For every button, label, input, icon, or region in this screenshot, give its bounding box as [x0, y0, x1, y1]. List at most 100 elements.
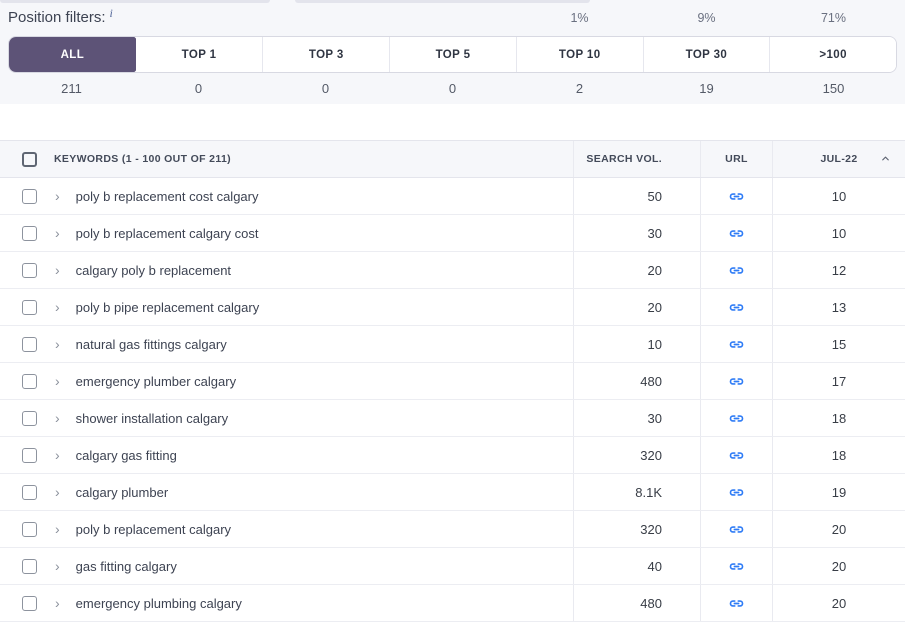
url-link-button[interactable] — [708, 589, 766, 618]
search-volume-value[interactable]: 40 — [648, 559, 662, 574]
chevron-right-icon[interactable]: › — [55, 300, 60, 314]
table-row: › shower installation calgary 30 18 — [0, 400, 905, 437]
table-body: › poly b replacement cost calgary 50 10 … — [0, 178, 905, 622]
keyword-link[interactable]: emergency plumber calgary — [76, 374, 236, 389]
url-link-button[interactable] — [708, 182, 766, 211]
percent-label-over100: 71% — [820, 11, 847, 25]
row-checkbox[interactable] — [22, 558, 37, 574]
table-row: › poly b replacement cost calgary 50 10 — [0, 178, 905, 215]
search-volume-value[interactable]: 480 — [640, 374, 662, 389]
keyword-link[interactable]: poly b replacement cost calgary — [76, 189, 259, 204]
url-column-header[interactable]: URL — [700, 141, 772, 177]
search-volume-value[interactable]: 10 — [648, 337, 662, 352]
keyword-link[interactable]: gas fitting calgary — [76, 559, 177, 574]
url-link-button[interactable] — [708, 441, 766, 470]
search-volume-value[interactable]: 50 — [648, 189, 662, 204]
keywords-column-header[interactable]: KEYWORDS (1 - 100 OUT OF 211) — [54, 153, 231, 165]
keyword-link[interactable]: shower installation calgary — [76, 411, 228, 426]
table-row: › poly b replacement calgary cost 30 10 — [0, 215, 905, 252]
position-value[interactable]: 20 — [779, 514, 900, 544]
url-link-button[interactable] — [708, 219, 766, 248]
position-filter-tabs: ALL TOP 1 TOP 3 TOP 5 TOP 10 TOP 30 >100 — [8, 36, 897, 73]
row-checkbox[interactable] — [22, 188, 37, 204]
keyword-link[interactable]: emergency plumbing calgary — [76, 596, 242, 611]
row-checkbox[interactable] — [22, 373, 37, 389]
url-link-button[interactable] — [708, 367, 766, 396]
chevron-right-icon[interactable]: › — [55, 559, 60, 573]
chevron-right-icon[interactable]: › — [55, 485, 60, 499]
row-checkbox[interactable] — [22, 410, 37, 426]
url-link-button[interactable] — [708, 515, 766, 544]
keyword-link[interactable]: poly b replacement calgary cost — [76, 226, 259, 241]
table-row: › poly b replacement calgary 320 20 — [0, 511, 905, 548]
position-value[interactable]: 20 — [779, 551, 900, 581]
tab-top10[interactable]: TOP 10 — [515, 37, 643, 72]
url-link-button[interactable] — [708, 404, 766, 433]
chevron-right-icon[interactable]: › — [55, 374, 60, 388]
position-value[interactable]: 17 — [779, 366, 900, 396]
row-checkbox[interactable] — [22, 447, 37, 463]
table-row: › calgary poly b replacement 20 12 — [0, 252, 905, 289]
search-volume-value[interactable]: 20 — [648, 300, 662, 315]
url-link-button[interactable] — [708, 330, 766, 359]
link-icon — [729, 488, 744, 496]
row-checkbox[interactable] — [22, 484, 37, 500]
info-icon[interactable]: i — [110, 6, 113, 21]
search-volume-value[interactable]: 8.1K — [635, 485, 662, 500]
chevron-right-icon[interactable]: › — [55, 189, 60, 203]
url-link-button[interactable] — [708, 552, 766, 581]
row-checkbox[interactable] — [22, 521, 37, 537]
url-link-button[interactable] — [708, 293, 766, 322]
keyword-link[interactable]: calgary poly b replacement — [76, 263, 231, 278]
search-volume-value[interactable]: 320 — [640, 522, 662, 537]
tab-top3[interactable]: TOP 3 — [262, 37, 390, 72]
search-vol-column-header[interactable]: SEARCH VOL. — [573, 141, 700, 177]
chevron-right-icon[interactable]: › — [55, 411, 60, 425]
position-value[interactable]: 10 — [779, 218, 900, 248]
row-checkbox[interactable] — [22, 262, 37, 278]
position-value[interactable]: 19 — [779, 477, 900, 507]
search-volume-value[interactable]: 20 — [648, 263, 662, 278]
tab-all[interactable]: ALL — [9, 37, 137, 72]
position-value[interactable]: 18 — [779, 440, 900, 470]
search-volume-value[interactable]: 480 — [640, 596, 662, 611]
search-volume-value[interactable]: 30 — [648, 411, 662, 426]
date-column-header[interactable]: JUL-22 — [772, 141, 905, 177]
position-value[interactable]: 18 — [779, 403, 900, 433]
tab-over100[interactable]: >100 — [769, 37, 896, 72]
row-checkbox[interactable] — [22, 225, 37, 241]
position-filters-title: Position filters: — [8, 9, 106, 26]
tab-top30[interactable]: TOP 30 — [642, 37, 770, 72]
chevron-right-icon[interactable]: › — [55, 337, 60, 351]
keyword-link[interactable]: natural gas fittings calgary — [76, 337, 227, 352]
count-top30: 19 — [699, 80, 714, 96]
position-value[interactable]: 20 — [779, 588, 900, 618]
count-top10: 2 — [575, 80, 584, 96]
tab-top1[interactable]: TOP 1 — [135, 37, 263, 72]
url-link-button[interactable] — [708, 478, 766, 507]
position-value[interactable]: 15 — [779, 329, 900, 359]
chevron-right-icon[interactable]: › — [55, 448, 60, 462]
chevron-right-icon[interactable]: › — [55, 226, 60, 240]
chevron-right-icon[interactable]: › — [55, 263, 60, 277]
tab-top5[interactable]: TOP 5 — [389, 37, 516, 72]
keyword-link[interactable]: calgary plumber — [76, 485, 169, 500]
search-volume-value[interactable]: 30 — [648, 226, 662, 241]
count-all: 211 — [61, 80, 82, 96]
position-value[interactable]: 12 — [779, 255, 900, 285]
row-checkbox[interactable] — [22, 595, 37, 611]
percent-label-top30: 9% — [697, 11, 716, 25]
chevron-right-icon[interactable]: › — [55, 596, 60, 610]
keyword-link[interactable]: calgary gas fitting — [76, 448, 177, 463]
search-volume-value[interactable]: 320 — [640, 448, 662, 463]
keyword-link[interactable]: poly b pipe replacement calgary — [76, 300, 260, 315]
sort-asc-icon[interactable] — [880, 153, 891, 167]
url-link-button[interactable] — [708, 256, 766, 285]
position-value[interactable]: 13 — [779, 292, 900, 322]
chevron-right-icon[interactable]: › — [55, 522, 60, 536]
select-all-checkbox[interactable] — [22, 151, 37, 167]
row-checkbox[interactable] — [22, 336, 37, 352]
position-value[interactable]: 10 — [779, 181, 900, 211]
row-checkbox[interactable] — [22, 299, 37, 315]
keyword-link[interactable]: poly b replacement calgary — [76, 522, 231, 537]
